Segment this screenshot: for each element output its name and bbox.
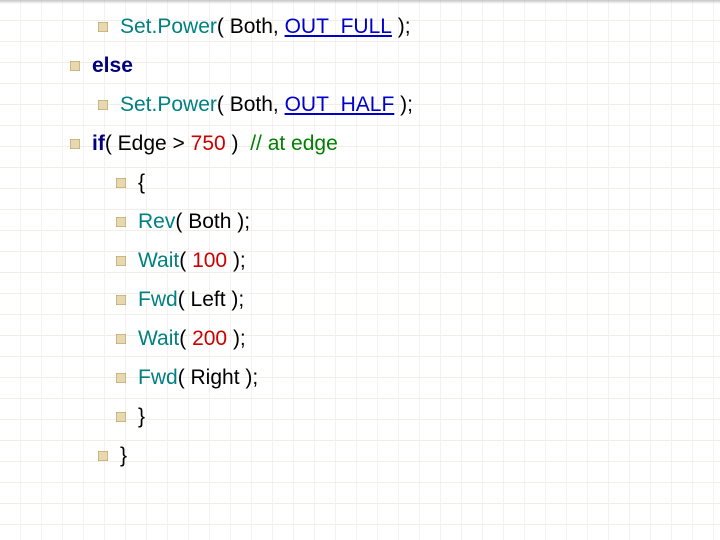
- bullet-icon: [116, 178, 138, 188]
- code-line-6: Rev( Both );: [70, 211, 680, 232]
- code-fn: Rev: [138, 211, 175, 232]
- code-line-12: }: [70, 445, 680, 466]
- code-fn: Wait: [138, 250, 179, 271]
- code-line-1: Set.Power( Both, OUT_FULL );: [70, 16, 680, 37]
- code-line-5: {: [70, 172, 680, 193]
- code-text: Left: [191, 289, 226, 310]
- bullet-icon: [98, 22, 120, 32]
- code-fn: Set.Power: [120, 94, 217, 115]
- code-line-2: else: [70, 55, 680, 76]
- code-text: (: [217, 16, 230, 37]
- code-text: Both: [188, 211, 231, 232]
- code-text: );: [240, 367, 259, 388]
- code-brace: }: [138, 406, 145, 427]
- code-text: (: [105, 133, 118, 154]
- bullet-icon: [116, 256, 138, 266]
- code-line-7: Wait( 100 );: [70, 250, 680, 271]
- code-text: );: [227, 328, 246, 349]
- bullet-icon: [116, 217, 138, 227]
- bullet-icon: [116, 295, 138, 305]
- code-keyword: if: [92, 133, 105, 154]
- code-brace: }: [120, 445, 127, 466]
- code-const: OUT_HALF: [285, 94, 395, 115]
- code-text: Both,: [230, 16, 285, 37]
- code-block: Set.Power( Both, OUT_FULL ); else Set.Po…: [70, 16, 680, 484]
- code-brace: {: [138, 172, 145, 193]
- bullet-icon: [116, 412, 138, 422]
- code-fn: Fwd: [138, 289, 178, 310]
- code-text: Both,: [230, 94, 285, 115]
- code-line-4: if( Edge > 750 ) // at edge: [70, 133, 680, 154]
- bullet-icon: [70, 139, 92, 149]
- code-text: );: [231, 211, 250, 232]
- code-text: (: [179, 328, 192, 349]
- bullet-icon: [116, 334, 138, 344]
- code-fn: Wait: [138, 328, 179, 349]
- code-const: OUT_FULL: [285, 16, 392, 37]
- bullet-icon: [98, 451, 120, 461]
- code-text: (: [217, 94, 230, 115]
- code-line-3: Set.Power( Both, OUT_HALF );: [70, 94, 680, 115]
- code-number: 200: [192, 328, 227, 349]
- code-text: (: [178, 289, 191, 310]
- code-number: 100: [192, 250, 227, 271]
- code-text: (: [178, 367, 191, 388]
- code-text: );: [226, 289, 245, 310]
- top-divider: [0, 0, 720, 4]
- code-keyword: else: [92, 55, 133, 76]
- code-number: 750: [191, 133, 226, 154]
- code-text: Right: [191, 367, 240, 388]
- code-line-8: Fwd( Left );: [70, 289, 680, 310]
- bullet-icon: [98, 100, 120, 110]
- bullet-icon: [116, 373, 138, 383]
- code-line-10: Fwd( Right );: [70, 367, 680, 388]
- code-text: ): [226, 133, 251, 154]
- code-text: );: [392, 16, 411, 37]
- code-line-11: }: [70, 406, 680, 427]
- code-text: (: [179, 250, 192, 271]
- code-text: );: [227, 250, 246, 271]
- code-text: Edge >: [118, 133, 191, 154]
- slide: Set.Power( Both, OUT_FULL ); else Set.Po…: [0, 0, 720, 540]
- code-text: (: [175, 211, 188, 232]
- code-line-9: Wait( 200 );: [70, 328, 680, 349]
- code-comment: // at edge: [250, 133, 338, 154]
- bullet-icon: [70, 61, 92, 71]
- code-fn: Fwd: [138, 367, 178, 388]
- code-text: );: [394, 94, 413, 115]
- code-fn: Set.Power: [120, 16, 217, 37]
